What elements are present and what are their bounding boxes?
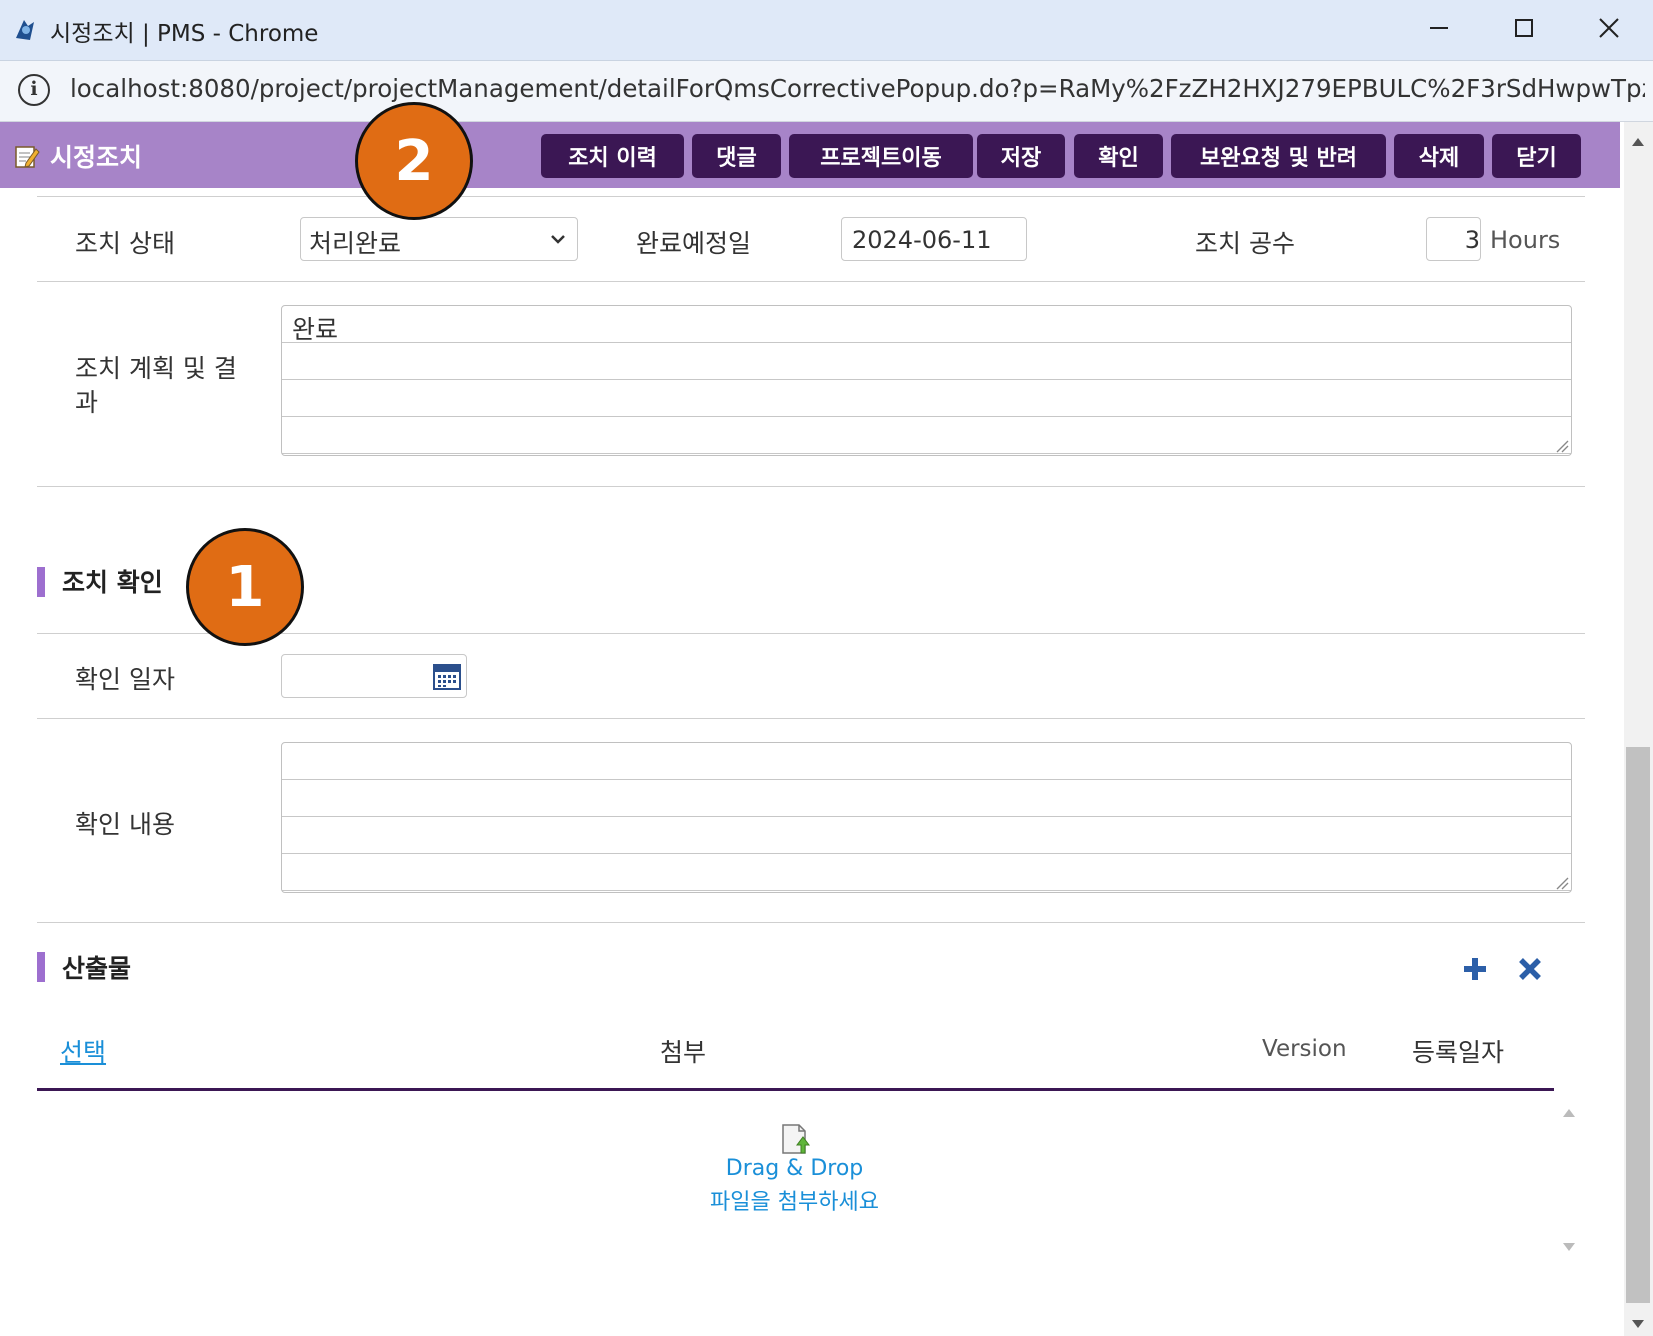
outputs-section-title: 산출물 [62, 954, 132, 983]
drop-hint-line2: 파일을 첨부하세요 [710, 1190, 879, 1215]
dropdown-chevron-icon [549, 230, 567, 252]
maximize-button[interactable] [1497, 10, 1551, 50]
column-reg-date: 등록일자 [1412, 1038, 1505, 1067]
close-button[interactable]: 닫기 [1492, 134, 1581, 178]
scroll-up-icon[interactable] [1631, 132, 1645, 151]
request-revision-reject-button[interactable]: 보완요청 및 반려 [1171, 134, 1386, 178]
close-icon [1598, 17, 1620, 43]
scroll-down-icon[interactable] [1631, 1314, 1645, 1333]
move-project-button[interactable]: 프로젝트이동 [789, 134, 973, 178]
confirm-content-textarea[interactable] [281, 742, 1572, 893]
plan-result-label-line1: 조치 계획 및 결 [75, 354, 237, 383]
app-icon [12, 16, 40, 44]
window-title: 시정조치 | PMS - Chrome [50, 21, 319, 47]
file-upload-icon [779, 1123, 811, 1159]
status-select-value: 처리완료 [309, 229, 402, 258]
status-label: 조치 상태 [75, 229, 175, 258]
file-drop-zone[interactable]: Drag & Drop 파일을 첨부하세요 [37, 1095, 1582, 1265]
popup-title: 시정조치 [50, 143, 143, 172]
confirm-date-field[interactable] [281, 654, 467, 698]
confirm-content-label: 확인 내용 [75, 810, 175, 839]
minimize-button[interactable] [1412, 10, 1466, 50]
plan-result-textarea[interactable]: 완료 [281, 305, 1572, 456]
due-date-label: 완료예정일 [636, 229, 752, 258]
section-marker [37, 567, 45, 597]
hours-value: 3 [1464, 226, 1480, 254]
table-header-rule [37, 1088, 1554, 1091]
delete-icon[interactable] [1517, 956, 1543, 986]
drop-hint-line1: Drag & Drop [725, 1156, 864, 1181]
maximize-icon [1514, 18, 1534, 42]
confirm-section-title: 조치 확인 [62, 568, 163, 597]
resize-grip-icon[interactable] [1553, 874, 1569, 890]
column-attachment: 첨부 [660, 1038, 707, 1067]
divider [37, 281, 1585, 282]
scroll-up-icon[interactable] [1562, 1103, 1576, 1122]
annotation-badge-2: 2 [355, 102, 473, 220]
divider [37, 922, 1585, 923]
column-select[interactable]: 선택 [60, 1033, 106, 1069]
confirm-button[interactable]: 확인 [1074, 134, 1163, 178]
hours-label: 조치 공수 [1195, 229, 1295, 258]
hours-field[interactable]: 3 [1426, 217, 1481, 261]
close-window-button[interactable] [1582, 10, 1636, 50]
comment-button[interactable]: 댓글 [692, 134, 781, 178]
column-version: Version [1262, 1036, 1347, 1062]
plan-result-label: 조치 계획 및 결 과 [75, 352, 237, 420]
action-history-button[interactable]: 조치 이력 [541, 134, 684, 178]
divider [37, 196, 1585, 197]
scroll-down-icon[interactable] [1562, 1237, 1576, 1256]
plan-result-label-line2: 과 [75, 388, 99, 417]
url-text[interactable]: localhost:8080/project/projectManagement… [70, 74, 1645, 103]
edit-icon [14, 143, 40, 169]
info-icon[interactable]: i [18, 74, 50, 106]
divider [37, 486, 1585, 487]
plan-result-text: 완료 [292, 315, 339, 344]
due-date-value: 2024-06-11 [852, 226, 992, 254]
save-button[interactable]: 저장 [977, 134, 1065, 178]
delete-button[interactable]: 삭제 [1394, 134, 1484, 178]
section-marker [37, 952, 45, 982]
annotation-badge-1: 1 [186, 528, 304, 646]
confirm-date-label: 확인 일자 [75, 665, 175, 694]
status-select[interactable]: 처리완료 [300, 217, 578, 261]
calendar-icon[interactable] [432, 661, 462, 695]
minimize-icon [1429, 18, 1449, 42]
resize-grip-icon[interactable] [1553, 437, 1569, 453]
hours-unit: Hours [1490, 226, 1561, 254]
scrollbar-thumb[interactable] [1626, 747, 1650, 1303]
divider [37, 718, 1585, 719]
add-icon[interactable] [1462, 956, 1488, 986]
due-date-field[interactable]: 2024-06-11 [841, 217, 1027, 261]
